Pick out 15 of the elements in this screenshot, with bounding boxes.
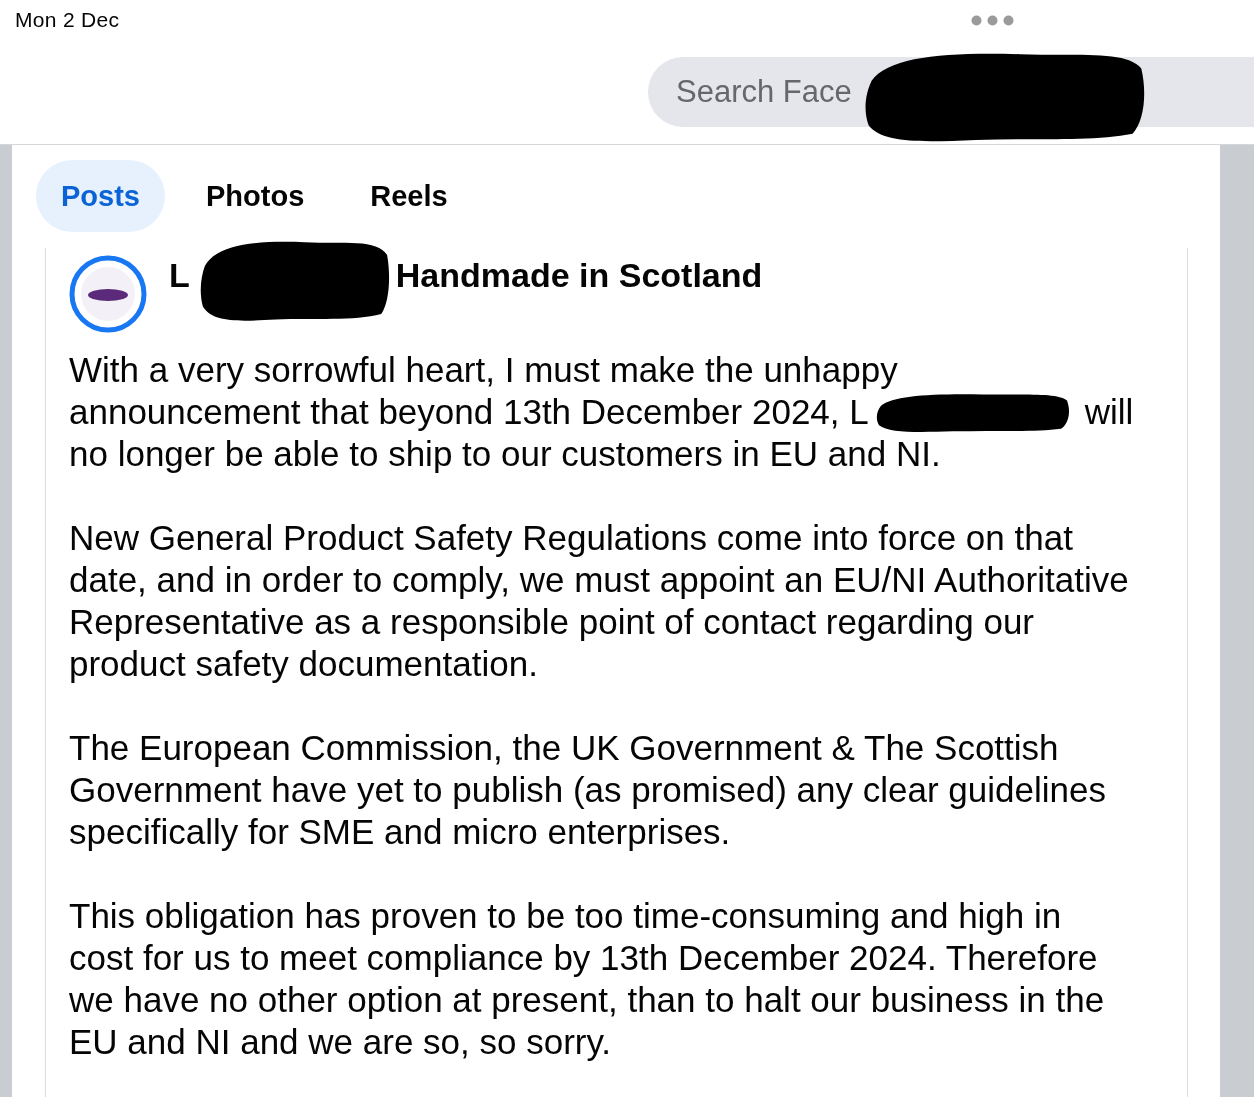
post-text: will (1084, 391, 1134, 433)
avatar[interactable] (69, 255, 147, 333)
post-text: New General Product Safety Regulations come into force on that date, and in order to comply, we must appoint an EU/NI Authoritative Representative as a responsible point of contact regarding our product safety documentation. (69, 517, 1130, 685)
status-date: Mon 2 Dec (15, 8, 120, 32)
author-name[interactable]: L (169, 255, 190, 295)
post-text: no longer be able to ship to our customers in EU and NI. (69, 433, 941, 475)
post-text: With a very sorrowful heart, I must make the unhappy (69, 349, 898, 391)
tab[interactable]: Photos (181, 160, 330, 232)
post-text: announcement that beyond 13th December 2024, L (69, 391, 869, 433)
author-name[interactable]: Handmade in Scotland (395, 255, 763, 295)
post-text: This obligation has proven to be too time-consuming and high in cost for us to meet compliance by 13th December 2024. Therefore we have no other option at present, than to halt our business in the EU and NI and we are so, so sorry. (69, 895, 1106, 1063)
tab[interactable]: Posts (36, 160, 165, 232)
more-dots-icon[interactable] (971, 14, 1014, 26)
tab[interactable]: Reels (345, 160, 473, 232)
post-text: The European Commission, the UK Government & The Scottish Government have yet to publish (as promised) any clear guidelines specifically for SME and micro enterprises. (69, 727, 1107, 853)
